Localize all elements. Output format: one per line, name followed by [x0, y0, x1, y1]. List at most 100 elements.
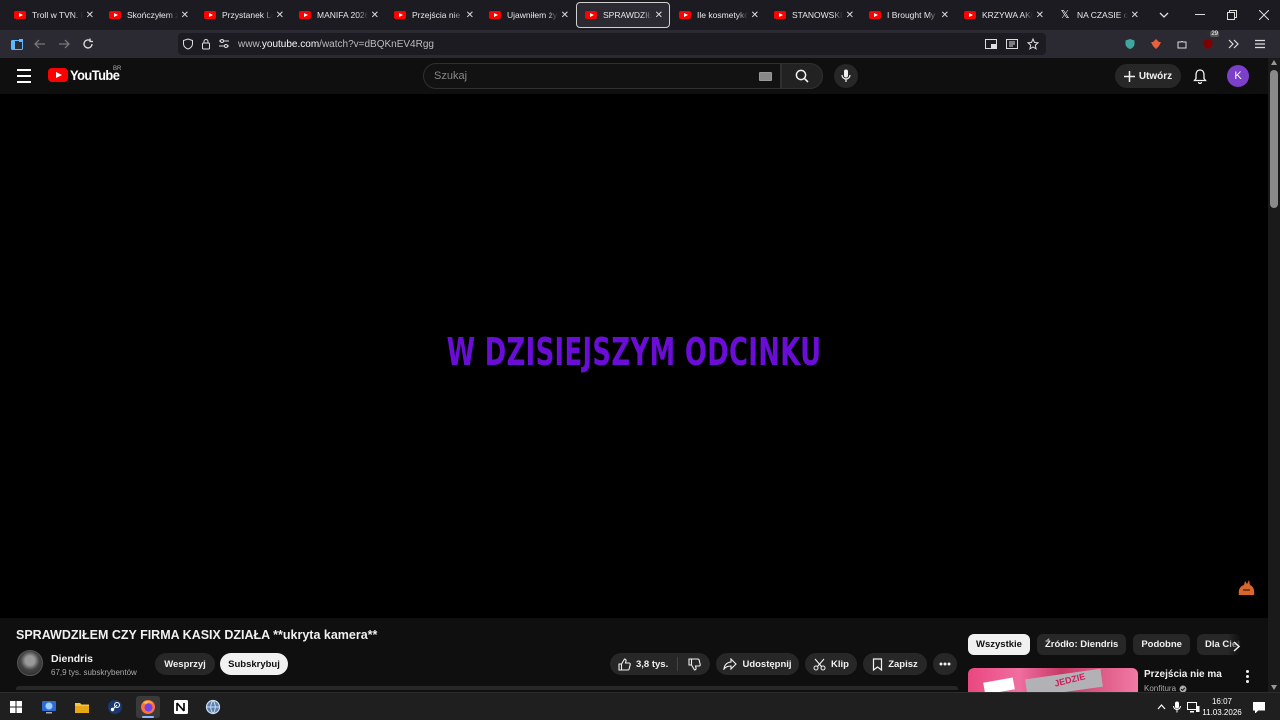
tray-overflow-chevron-icon[interactable]	[1154, 700, 1168, 714]
network-tray-icon[interactable]	[1186, 700, 1200, 714]
video-title: SPRAWDZIŁEM CZY FIRMA KASIX DZIAŁA **ukr…	[16, 628, 378, 642]
close-tab-icon[interactable]: ✕	[1131, 10, 1139, 21]
page-scrollbar[interactable]	[1268, 58, 1280, 692]
scroll-down-arrow-icon[interactable]	[1271, 685, 1277, 690]
browser-tab[interactable]: Skończyłem zw✕	[101, 2, 195, 28]
recommended-more-icon[interactable]	[1240, 668, 1254, 684]
reader-view-icon[interactable]	[1003, 32, 1021, 56]
voice-search-button[interactable]	[834, 64, 858, 88]
firefox-icon[interactable]	[136, 696, 160, 718]
forward-icon[interactable]	[52, 32, 76, 56]
video-player[interactable]: W DZISIEJSZYM ODCINKU	[0, 94, 1268, 618]
bookmark-star-icon[interactable]	[1024, 32, 1042, 56]
like-button[interactable]: 3,8 tys.	[610, 657, 678, 671]
notifications-bell-icon[interactable]	[1189, 65, 1211, 87]
scroll-up-arrow-icon[interactable]	[1271, 60, 1277, 65]
reload-icon[interactable]	[76, 32, 100, 56]
picture-in-picture-icon[interactable]	[982, 32, 1000, 56]
channel-name[interactable]: Diendris	[51, 653, 93, 665]
close-tab-icon[interactable]: ✕	[1036, 10, 1044, 21]
app-menu-icon[interactable]	[1248, 32, 1272, 56]
url-bar[interactable]: www.youtube.com/watch?v=dBQKnEV4Rgg	[178, 33, 1046, 55]
close-tab-icon[interactable]: ✕	[655, 10, 663, 21]
url-prefix: www.	[238, 38, 262, 50]
chip-all[interactable]: Wszystkie	[968, 634, 1030, 655]
chip-related[interactable]: Podobne	[1133, 634, 1190, 655]
browser-tab-active[interactable]: SPRAWDZIŁEM C✕	[576, 2, 670, 28]
search-button[interactable]	[781, 63, 823, 89]
close-tab-icon[interactable]: ✕	[561, 10, 569, 21]
tab-title: Ile kosmetyków	[697, 10, 748, 20]
account-avatar[interactable]: K	[1227, 65, 1249, 87]
save-button[interactable]: Zapisz	[863, 653, 927, 675]
country-code: BR	[113, 66, 122, 72]
extension-orange-icon[interactable]	[1144, 32, 1168, 56]
restore-icon[interactable]	[1216, 0, 1248, 30]
browser-tab[interactable]: KRZYWA AKCJA✕	[956, 2, 1050, 28]
clip-label: Klip	[831, 658, 849, 670]
clip-button[interactable]: Klip	[805, 653, 857, 675]
browser-tab[interactable]: Troll w TVN. Po✕	[6, 2, 100, 28]
extensions-puzzle-icon[interactable]	[1170, 32, 1194, 56]
description-box[interactable]	[16, 686, 958, 690]
chip-from-channel[interactable]: Źródło: Diendris	[1036, 634, 1127, 655]
recommended-video-title[interactable]: Przejścia nie ma	[1144, 669, 1222, 680]
ublock-icon[interactable]: 29	[1196, 31, 1220, 56]
toolbar-extensions: 29	[1118, 31, 1272, 56]
search-input[interactable]	[434, 70, 734, 82]
scrollbar-thumb[interactable]	[1270, 70, 1278, 208]
notification-center-icon[interactable]	[1252, 700, 1266, 714]
browser-tab[interactable]: Przystanek Lom✕	[196, 2, 290, 28]
file-explorer-icon[interactable]	[70, 696, 94, 718]
guide-menu-icon[interactable]	[12, 64, 36, 88]
overflow-chevron-icon[interactable]	[1222, 32, 1246, 56]
bookmark-icon	[873, 657, 883, 671]
back-icon[interactable]	[28, 32, 52, 56]
microphone-tray-icon[interactable]	[1170, 700, 1184, 714]
minimize-icon[interactable]	[1184, 0, 1216, 30]
browser-tab[interactable]: 𝕏 NA CZASIE on X✕	[1051, 2, 1145, 28]
keyboard-icon[interactable]	[759, 72, 772, 81]
browser-tab[interactable]: MANIFA 2026 -✕	[291, 2, 385, 28]
close-tab-icon[interactable]: ✕	[371, 10, 379, 21]
browser-tab[interactable]: STANOWSKI UJA✕	[766, 2, 860, 28]
browser-tab[interactable]: I Brought My Se✕	[861, 2, 955, 28]
system-clock[interactable]: 16:07 11.03.2026	[1200, 696, 1244, 718]
close-window-icon[interactable]	[1248, 0, 1280, 30]
shield-extension-icon[interactable]	[1118, 32, 1142, 56]
network-globe-icon[interactable]	[37, 696, 61, 718]
permissions-icon[interactable]	[218, 38, 230, 50]
subscribe-button[interactable]: Subskrybuj	[220, 653, 288, 675]
tracking-protection-icon[interactable]	[182, 38, 194, 50]
browser-tab[interactable]: Ujawniłem żydo✕	[481, 2, 575, 28]
browser-tab[interactable]: Przejścia nie ma✕	[386, 2, 480, 28]
url-path: /watch?v=dBQKnEV4Rgg	[319, 38, 434, 50]
sidebar-toggle-icon[interactable]	[5, 32, 29, 56]
close-tab-icon[interactable]: ✕	[276, 10, 284, 21]
close-tab-icon[interactable]: ✕	[941, 10, 949, 21]
youtube-logo[interactable]: YouTube BR	[48, 66, 124, 83]
share-button[interactable]: Udostępnij	[716, 653, 799, 675]
close-tab-icon[interactable]: ✕	[751, 10, 759, 21]
notion-icon[interactable]	[169, 696, 193, 718]
steam-icon[interactable]	[103, 696, 127, 718]
browser-nav-bar: www.youtube.com/watch?v=dBQKnEV4Rgg 29	[0, 30, 1280, 58]
browser-tab[interactable]: Ile kosmetyków✕	[671, 2, 765, 28]
channel-avatar[interactable]	[17, 650, 43, 676]
chip-next-arrow-icon[interactable]	[1228, 638, 1244, 654]
close-tab-icon[interactable]: ✕	[86, 10, 94, 21]
support-button[interactable]: Wesprzyj	[155, 653, 215, 675]
tab-title: Skończyłem zw	[127, 10, 178, 20]
close-tab-icon[interactable]: ✕	[466, 10, 474, 21]
close-tab-icon[interactable]: ✕	[181, 10, 189, 21]
close-tab-icon[interactable]: ✕	[846, 10, 854, 21]
windows-start-icon[interactable]	[4, 696, 28, 718]
lock-icon[interactable]	[200, 38, 212, 50]
more-actions-button[interactable]	[933, 653, 957, 675]
dislike-button[interactable]	[678, 657, 710, 671]
recommended-video-thumbnail[interactable]: JEDZIE	[968, 668, 1138, 692]
search-icon	[795, 69, 809, 83]
list-all-tabs-icon[interactable]	[1154, 5, 1174, 25]
web-globe-icon[interactable]	[201, 696, 225, 718]
create-button[interactable]: Utwórz	[1115, 64, 1181, 88]
